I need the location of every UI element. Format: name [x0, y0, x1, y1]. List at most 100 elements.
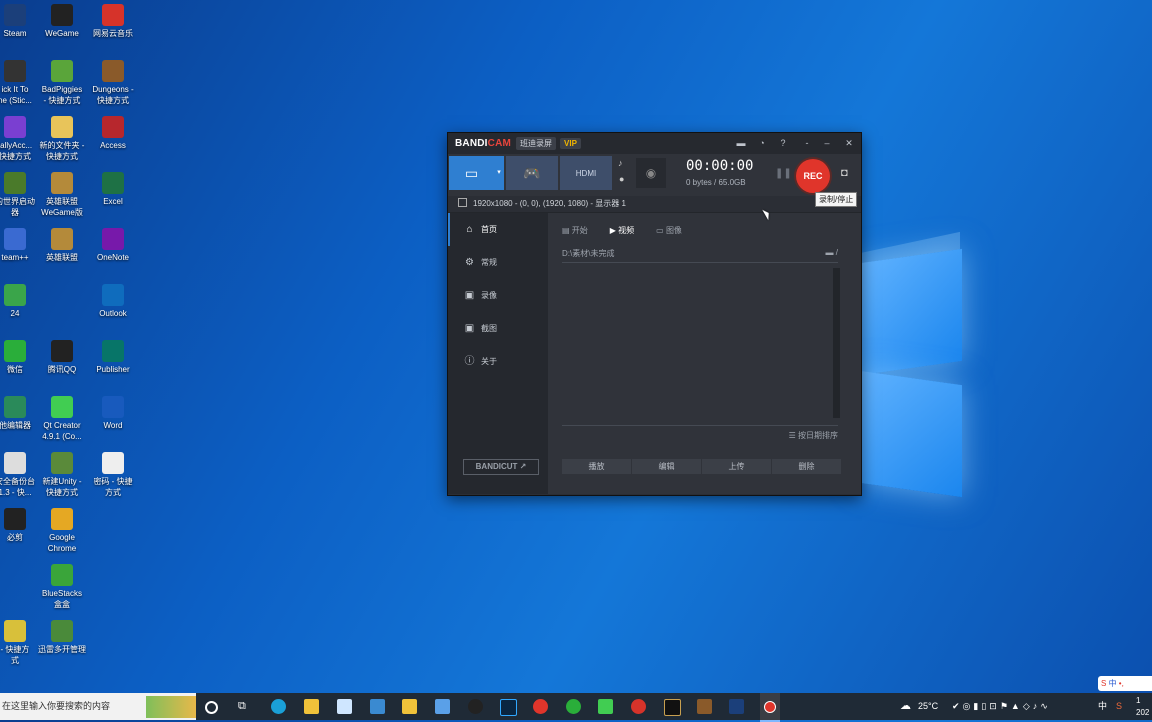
- qt-icon[interactable]: [598, 699, 613, 714]
- clock-icon[interactable]: ◔: [755, 136, 769, 150]
- app-icon[interactable]: [370, 699, 385, 714]
- folder-icon[interactable]: [435, 699, 450, 714]
- desktop-icon[interactable]: 英雄联盟: [35, 228, 89, 263]
- capture-area-bar[interactable]: 1920x1080 - (0, 0), (1920, 1080) - 显示器 1: [448, 196, 861, 213]
- wechat-icon[interactable]: [566, 699, 581, 714]
- desktop-icon-label: Excel: [103, 197, 123, 206]
- desktop-icon[interactable]: 新建Unity - 快捷方式: [35, 452, 89, 498]
- app-shortcut-icon: [102, 452, 124, 474]
- edge-icon[interactable]: [271, 699, 286, 714]
- file-size: 0 bytes / 65.0GB: [686, 178, 746, 187]
- rec-tooltip: 录制/停止: [815, 192, 858, 207]
- output-path[interactable]: D:\素材\未完成 ▬ /: [562, 248, 838, 263]
- scrollbar[interactable]: [833, 268, 840, 418]
- desktop-icon[interactable]: OneNote: [86, 228, 140, 263]
- desktop-icon-label: OneNote: [96, 253, 130, 262]
- app-shortcut-icon: [102, 284, 124, 306]
- bandicut-button[interactable]: BANDICUT ↗: [463, 459, 539, 475]
- weather-temp[interactable]: 25°C: [918, 693, 938, 720]
- speaker-icon[interactable]: ♪: [618, 158, 623, 168]
- desktop-icon[interactable]: 迅雷多开管理: [35, 620, 89, 655]
- desktop-icon[interactable]: Access: [86, 116, 140, 151]
- task-view-icon[interactable]: ⧉: [238, 699, 253, 714]
- upload-button[interactable]: 上传: [702, 459, 771, 474]
- desktop-icon[interactable]: Outlook: [86, 284, 140, 319]
- rec-button[interactable]: REC: [796, 159, 830, 193]
- sidebar-item-video[interactable]: ▣ 录像: [448, 279, 548, 312]
- microphone-icon[interactable]: ●: [619, 174, 624, 184]
- app-shortcut-icon: [4, 340, 26, 362]
- tab-start[interactable]: ▤ 开始: [562, 225, 588, 236]
- app-shortcut-icon: [4, 396, 26, 418]
- screen-mode-button[interactable]: ▭: [449, 156, 494, 190]
- webcam-icon[interactable]: ◉: [636, 158, 666, 188]
- title-bar[interactable]: BANDICAM 班迪录屏 VIP ▬ ◔ ? ‐ – ✕: [448, 133, 861, 154]
- clock[interactable]: 1 202: [1136, 695, 1149, 722]
- bandicam-taskbar-icon[interactable]: [760, 693, 780, 722]
- folder-icon[interactable]: ▬: [734, 136, 748, 150]
- tray-icons[interactable]: ✔◎▮▯⊡⚑▲◇♪∿: [952, 693, 1051, 720]
- sidebar-item-screenshot[interactable]: ▣ 截图: [448, 312, 548, 345]
- open-folder-button[interactable]: ▬ /: [826, 248, 838, 257]
- desktop-icon[interactable]: Publisher: [86, 340, 140, 375]
- desktop-icon-label: 24: [10, 309, 20, 318]
- screenshot-camera-icon[interactable]: ◘: [841, 167, 848, 179]
- desktop-icon[interactable]: Word: [86, 396, 140, 431]
- screen-mode-dropdown[interactable]: ▾: [494, 156, 504, 190]
- tab-video[interactable]: ▶ 视频: [610, 225, 634, 236]
- vip-badge[interactable]: VIP: [560, 138, 581, 149]
- weather-icon[interactable]: ☁: [900, 693, 911, 720]
- desktop-icon[interactable]: Excel: [86, 172, 140, 207]
- delete-button[interactable]: 删除: [772, 459, 841, 474]
- steam-icon[interactable]: [729, 699, 744, 714]
- desktop-icon[interactable]: 密码 - 快捷 方式: [86, 452, 140, 498]
- sort-by-date[interactable]: ☰ 按日期排序: [562, 425, 838, 441]
- desktop-icon[interactable]: BadPiggies - 快捷方式: [35, 60, 89, 106]
- photoshop-icon[interactable]: [500, 699, 517, 716]
- file-explorer-icon[interactable]: [304, 699, 319, 714]
- netease-music-icon[interactable]: [631, 699, 646, 714]
- taskbar: 在这里输入你要搜索的内容 ⧉ ☁ 25°C ✔◎▮▯⊡⚑▲◇♪∿ 中 S 1 20…: [0, 693, 1152, 722]
- edit-button[interactable]: 编辑: [632, 459, 701, 474]
- app-icon[interactable]: [664, 699, 681, 716]
- sidebar-item-general[interactable]: ⚙ 常规: [448, 246, 548, 279]
- file-list[interactable]: [562, 268, 840, 421]
- close-icon[interactable]: ✕: [842, 136, 856, 150]
- minimize-icon[interactable]: –: [820, 136, 834, 150]
- desktop-icon[interactable]: 英雄联盟 WeGame版: [35, 172, 89, 218]
- app-shortcut-icon: [102, 60, 124, 82]
- hdmi-mode-button[interactable]: HDMI: [560, 156, 612, 190]
- game-mode-button[interactable]: 🎮: [506, 156, 558, 190]
- app-shortcut-icon: [4, 60, 26, 82]
- security-icon[interactable]: [402, 699, 417, 714]
- app-icon[interactable]: [337, 699, 352, 714]
- sidebar-item-home[interactable]: ⌂ 首页: [448, 213, 548, 246]
- area-checkbox[interactable]: [458, 198, 467, 207]
- tab-image[interactable]: ▭ 图像: [656, 225, 682, 236]
- desktop-icon[interactable]: Google Chrome: [35, 508, 89, 554]
- help-icon[interactable]: ?: [776, 136, 790, 150]
- desktop-icon[interactable]: WeGame: [35, 4, 89, 39]
- ime-indicator[interactable]: 中: [1098, 693, 1107, 720]
- desktop-icon[interactable]: 24: [0, 284, 42, 319]
- desktop-icon[interactable]: Dungeons - 快捷方式: [86, 60, 140, 106]
- desktop-icon[interactable]: 腾讯QQ: [35, 340, 89, 375]
- cortana-icon[interactable]: [205, 701, 218, 714]
- app-shortcut-icon: [4, 452, 26, 474]
- play-button[interactable]: 播放: [562, 459, 631, 474]
- dungeons-icon[interactable]: [697, 699, 712, 714]
- pause-icon[interactable]: ❚❚: [775, 168, 792, 179]
- minimize-tray-icon[interactable]: ‐: [800, 136, 814, 150]
- sidebar-item-about[interactable]: ⓘ 关于: [448, 345, 548, 378]
- qq-icon[interactable]: [468, 699, 483, 714]
- desktop-icon[interactable]: 新的文件夹 - 快捷方式: [35, 116, 89, 162]
- sogou-icon[interactable]: S: [1116, 693, 1122, 720]
- app-shortcut-icon: [51, 508, 73, 530]
- desktop-icon[interactable]: 网易云音乐: [86, 4, 140, 39]
- desktop-icon-label: 新的文件夹 - 快捷方式: [39, 141, 85, 161]
- ime-toolbar[interactable]: S 中 •,: [1098, 676, 1152, 691]
- record-app-icon[interactable]: [533, 699, 548, 714]
- desktop-icon-label: WeGame: [45, 29, 79, 38]
- desktop-icon[interactable]: BlueStacks 盒盒: [35, 564, 89, 610]
- desktop-icon[interactable]: Qt Creator 4.9.1 (Co...: [35, 396, 89, 442]
